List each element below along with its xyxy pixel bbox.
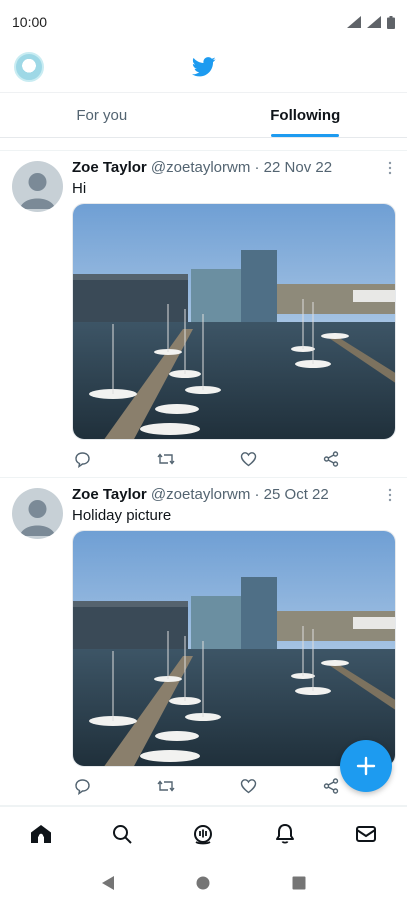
harbor-photo xyxy=(73,531,395,766)
messages-icon[interactable] xyxy=(346,814,386,854)
home-circle-icon[interactable] xyxy=(191,871,215,895)
tab-following[interactable]: Following xyxy=(204,93,407,137)
home-icon[interactable] xyxy=(21,814,61,854)
back-icon[interactable] xyxy=(96,871,120,895)
system-navigation xyxy=(0,860,407,906)
tweet-header: Zoe Taylor @zoetaylorwm · 22 Nov 22 xyxy=(72,159,332,176)
profile-avatar[interactable] xyxy=(14,52,44,82)
timeline-tabs: For you Following xyxy=(0,92,407,138)
share-icon[interactable] xyxy=(321,776,341,796)
top-bar xyxy=(0,44,407,92)
tab-for-you[interactable]: For you xyxy=(0,93,204,137)
clock: 10:00 xyxy=(12,14,48,30)
status-icons xyxy=(347,15,395,29)
bottom-navigation xyxy=(0,806,407,860)
reply-icon[interactable] xyxy=(72,776,92,796)
more-options-icon[interactable] xyxy=(387,161,393,175)
author-handle-date: @zoetaylorwm · 25 Oct 22 xyxy=(150,486,329,503)
author-name[interactable]: Zoe Taylor xyxy=(72,159,147,176)
tweet-photo[interactable] xyxy=(72,203,396,440)
timeline-feed[interactable]: Zoe Taylor @zoetaylorwm · 22 Nov 22 Hi Z… xyxy=(0,138,407,806)
retweet-icon[interactable] xyxy=(156,449,176,469)
tweet[interactable]: Zoe Taylor @zoetaylorwm · 22 Nov 22 Hi xyxy=(0,150,407,478)
battery-icon xyxy=(387,15,395,29)
plus-icon xyxy=(356,756,376,776)
reply-icon[interactable] xyxy=(72,449,92,469)
tweet-header: Zoe Taylor @zoetaylorwm · 25 Oct 22 xyxy=(72,486,329,503)
default-avatar-icon xyxy=(20,500,55,536)
status-bar: 10:00 xyxy=(0,0,407,44)
more-options-icon[interactable] xyxy=(387,488,393,502)
tweet-photo[interactable] xyxy=(72,530,396,767)
recents-icon[interactable] xyxy=(287,871,311,895)
default-avatar-icon xyxy=(20,173,55,209)
signal-icon xyxy=(367,16,381,28)
search-icon[interactable] xyxy=(102,814,142,854)
tweet-text: Hi xyxy=(72,180,87,197)
notifications-icon[interactable] xyxy=(265,814,305,854)
tab-label: For you xyxy=(76,106,128,124)
retweet-icon[interactable] xyxy=(156,776,176,796)
like-icon[interactable] xyxy=(238,776,258,796)
spaces-icon[interactable] xyxy=(183,814,223,854)
author-handle-date: @zoetaylorwm · 22 Nov 22 xyxy=(150,159,333,176)
wifi-icon xyxy=(347,16,361,28)
twitter-bird-icon xyxy=(192,57,216,77)
tweet-actions xyxy=(72,449,396,469)
tab-label: Following xyxy=(270,106,341,124)
harbor-photo xyxy=(73,204,395,439)
compose-tweet-button[interactable] xyxy=(340,740,392,792)
tweet-text: Holiday picture xyxy=(72,507,172,524)
author-name[interactable]: Zoe Taylor xyxy=(72,486,147,503)
like-icon[interactable] xyxy=(238,449,258,469)
avatar[interactable] xyxy=(12,488,63,539)
avatar[interactable] xyxy=(12,161,63,212)
share-icon[interactable] xyxy=(321,449,341,469)
